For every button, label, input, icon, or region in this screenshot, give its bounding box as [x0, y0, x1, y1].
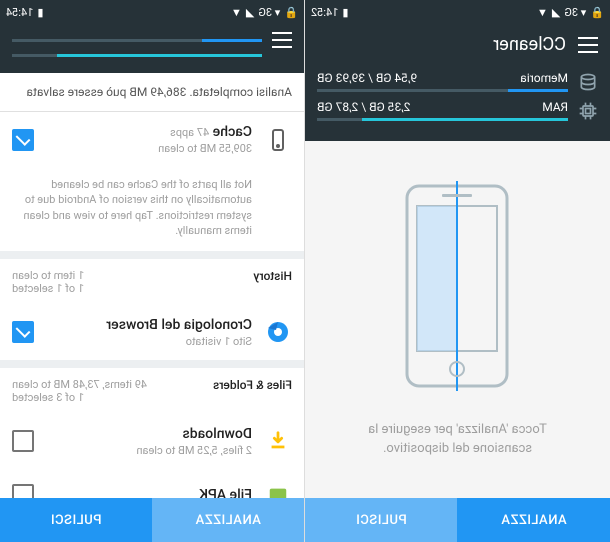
analysis-summary: Analisi completata. 386,49 MB può essere…: [0, 73, 304, 112]
stats-section: Memoria 9,54 GB / 39,93 GB RAM 2,35 GB /…: [305, 65, 610, 141]
analyze-button[interactable]: ANALIZZA: [152, 498, 304, 542]
signal-icon: ◢: [246, 6, 254, 19]
browser-icon: [264, 318, 292, 346]
ram-row[interactable]: RAM 2,35 GB / 2,87 GB: [317, 100, 598, 121]
screen-home: 🔒 ▾ 3G ◢ ▼ ▮ 14:52 CCleaner: [305, 0, 610, 542]
bottom-actions: ANALIZZA PULISCI: [0, 498, 304, 542]
signal-icon: ◢: [552, 6, 560, 19]
cache-checkbox[interactable]: [12, 129, 34, 151]
results-content: Analisi completata. 386,49 MB può essere…: [0, 73, 304, 498]
status-bar: 🔒 ▾ 3G ◢ ▼ ▮ 14:52: [305, 0, 610, 24]
clock: 14:54: [6, 6, 33, 19]
cpu-icon: [578, 101, 598, 121]
apk-item[interactable]: File APK: [0, 469, 304, 498]
bottom-actions: ANALIZZA PULISCI: [305, 498, 610, 542]
network-label: ▾ 3G: [564, 6, 586, 19]
ram-value: 2,35 GB / 2,87 GB: [317, 100, 410, 114]
battery-icon: ▮: [342, 6, 348, 19]
memory-value: 9,54 GB / 39,93 GB: [317, 71, 417, 85]
scan-hint: Tocca 'Analizza' per eseguire la scansio…: [325, 421, 590, 457]
history-checkbox[interactable]: [12, 321, 34, 343]
network-label: ▾ 3G: [258, 6, 280, 19]
wifi-icon: ▼: [231, 6, 242, 19]
files-header[interactable]: Files & Folders 49 items, 73,48 MB to cl…: [0, 368, 304, 414]
menu-icon[interactable]: [578, 37, 598, 53]
ram-label: RAM: [542, 100, 568, 114]
cache-section: Cache 47 apps 309,55 MB to clean Not all…: [0, 112, 304, 251]
downloads-checkbox[interactable]: [12, 430, 34, 452]
battery-icon: ▮: [37, 6, 43, 19]
clean-button[interactable]: PULISCI: [0, 498, 152, 542]
cache-info[interactable]: Not all parts of the Cache can be cleane…: [0, 167, 304, 251]
browser-history-item[interactable]: Cronologia del Browser Sito 1 visitato: [0, 305, 304, 360]
memory-label: Memoria: [520, 71, 568, 85]
downloads-item[interactable]: Downloads 2 files, 5,25 MB to clean: [0, 414, 304, 469]
results-header: [0, 24, 304, 73]
menu-icon[interactable]: [272, 32, 292, 48]
cache-item[interactable]: Cache 47 apps 309,55 MB to clean: [0, 112, 304, 167]
storage-icon: [578, 72, 598, 92]
lock-icon: 🔒: [590, 6, 604, 19]
clock: 14:52: [311, 6, 338, 19]
lock-icon: 🔒: [284, 6, 298, 19]
clean-button[interactable]: PULISCI: [305, 498, 458, 542]
wifi-icon: ▼: [537, 6, 548, 19]
phone-illustration-icon: [393, 181, 523, 401]
app-title: CCleaner: [493, 34, 566, 55]
status-bar: 🔒 ▾ 3G ◢ ▼ ▮ 14:54: [0, 0, 304, 24]
home-content: Tocca 'Analizza' per eseguire la scansio…: [305, 141, 610, 498]
history-header[interactable]: History 1 item to clean 1 of 1 selected: [0, 259, 304, 305]
files-section: Files & Folders 49 items, 73,48 MB to cl…: [0, 368, 304, 498]
device-icon: [264, 126, 292, 154]
analyze-button[interactable]: ANALIZZA: [458, 498, 610, 542]
apk-checkbox[interactable]: [12, 484, 34, 498]
history-section: History 1 item to clean 1 of 1 selected …: [0, 259, 304, 360]
download-icon: [264, 427, 292, 455]
screen-results: 🔒 ▾ 3G ◢ ▼ ▮ 14:54 Analisi completata. 3…: [0, 0, 305, 542]
apk-icon: [264, 481, 292, 498]
app-header: CCleaner: [305, 24, 610, 65]
memory-row[interactable]: Memoria 9,54 GB / 39,93 GB: [317, 71, 598, 92]
